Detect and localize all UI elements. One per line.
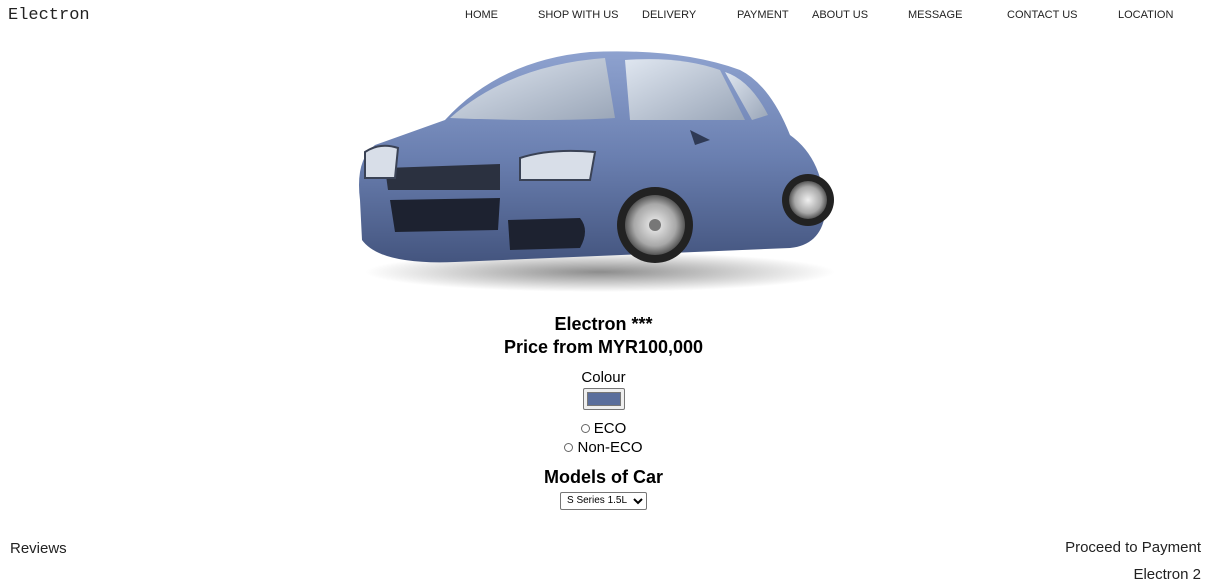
reviews-link[interactable]: Reviews: [10, 540, 67, 557]
car-image: [359, 51, 835, 292]
main-nav: HOME SHOP WITH US DELIVERY PAYMENT ABOUT…: [0, 9, 1207, 25]
product-price: Price from MYR100,000: [503, 337, 704, 357]
colour-swatch-fill: [586, 392, 621, 406]
non-eco-radio-circle[interactable]: [564, 443, 574, 452]
model-select[interactable]: S Series 1.5L: [560, 491, 647, 510]
nav-location[interactable]: LOCATION: [1118, 9, 1173, 21]
nav-delivery[interactable]: DELIVERY: [642, 9, 696, 21]
electron-2-link[interactable]: Electron 2: [1133, 566, 1201, 583]
nav-shop-with-us[interactable]: SHOP WITH US: [538, 9, 618, 21]
model-select-wrap: S Series 1.5L: [0, 490, 1207, 510]
colour-picker[interactable]: [582, 388, 625, 410]
eco-radio[interactable]: ECO: [580, 420, 627, 437]
colour-picker-wrap: [0, 388, 1207, 410]
nav-payment[interactable]: PAYMENT: [737, 9, 789, 21]
non-eco-radio-label: Non-ECO: [577, 439, 643, 456]
eco-radio-label: ECO: [593, 420, 627, 437]
nav-contact-us[interactable]: CONTACT US: [1007, 9, 1078, 21]
non-eco-radio[interactable]: Non-ECO: [564, 439, 643, 456]
colour-label: Colour: [581, 369, 626, 386]
nav-about-us[interactable]: ABOUT US: [812, 9, 868, 21]
models-title: Models of Car: [543, 467, 663, 487]
nav-home[interactable]: HOME: [465, 9, 498, 21]
eco-radio-circle[interactable]: [580, 424, 590, 433]
eco-option-row: ECO: [0, 420, 1207, 437]
product-name: Electron ***: [554, 314, 653, 334]
nav-message[interactable]: MESSAGE: [908, 9, 962, 21]
non-eco-option-row: Non-ECO: [0, 439, 1207, 456]
proceed-to-payment-link[interactable]: Proceed to Payment: [1065, 539, 1201, 556]
